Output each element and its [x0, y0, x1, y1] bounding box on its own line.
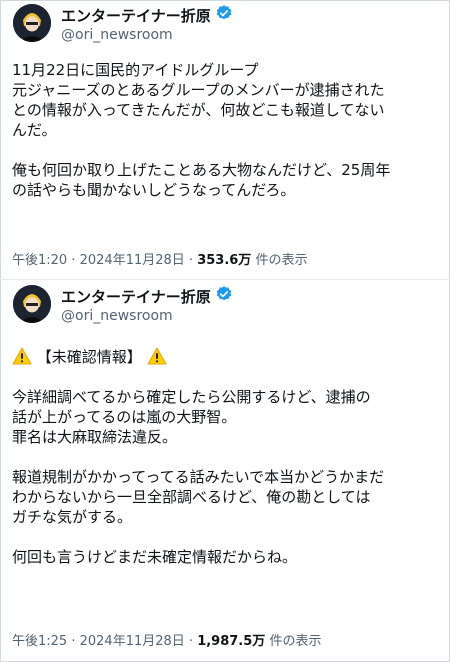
- body-line: 11月22日に国民的アイドルグループ: [12, 61, 259, 79]
- body-blank-line: [12, 447, 440, 467]
- body-line: との情報が入ってきたんだが、何故どこも報道してない: [12, 101, 385, 119]
- headline-line: 【未確認情報】: [12, 347, 440, 367]
- view-count-label: 件の表示: [255, 253, 308, 268]
- timestamp-time[interactable]: 午後1:20: [12, 253, 67, 268]
- meta-separator: ·: [67, 634, 80, 649]
- author-row: エンターテイナー折原: [61, 5, 233, 25]
- avatar[interactable]: [13, 285, 51, 323]
- body-line: んだ。: [12, 121, 57, 139]
- timestamp-date[interactable]: 2024年11月28日: [80, 253, 185, 268]
- verified-badge-icon: [215, 4, 233, 26]
- body-line: 報道規制がかかってってる話みたいで本当かどうかまだ: [12, 468, 385, 486]
- tweet-meta: 午後1:20 · 2024年11月28日 · 353.6万 件の表示: [12, 249, 307, 268]
- verified-badge-icon: [215, 285, 233, 307]
- timestamp-date[interactable]: 2024年11月28日: [80, 634, 185, 649]
- view-count-label: 件の表示: [269, 634, 322, 649]
- tweet-2[interactable]: エンターテイナー折原 @ori_newsroom 【未確認情報】 今詳細調べてる…: [0, 279, 450, 662]
- tweet-meta: 午後1:25 · 2024年11月28日 · 1,987.5万 件の表示: [12, 630, 321, 649]
- body-line: 罪名は大麻取締法違反。: [12, 428, 178, 446]
- body-line: 何回も言うけどまだ未確定情報だからね。: [12, 548, 298, 566]
- body-blank-line: [12, 527, 440, 547]
- handle[interactable]: @ori_newsroom: [61, 308, 173, 324]
- display-name[interactable]: エンターテイナー折原: [61, 286, 211, 307]
- body-line: 今詳細調べてるから確定したら公開するけど、逮捕の: [12, 388, 371, 406]
- headline-text: 【未確認情報】: [36, 348, 142, 366]
- handle[interactable]: @ori_newsroom: [61, 27, 173, 43]
- body-blank-line: [12, 140, 440, 160]
- body-line: 俺も何回か取り上げたことある大物なんだけど、25周年: [12, 161, 391, 179]
- warning-icon: [147, 347, 167, 370]
- body-blank-line: [12, 367, 440, 387]
- display-name[interactable]: エンターテイナー折原: [61, 5, 211, 26]
- avatar[interactable]: [13, 4, 51, 42]
- tweet-1[interactable]: エンターテイナー折原 @ori_newsroom 11月22日に国民的アイドルグ…: [0, 0, 450, 279]
- meta-separator: ·: [67, 253, 80, 268]
- body-line: 元ジャニーズのとあるグループのメンバーが逮捕された: [12, 81, 385, 99]
- warning-icon: [12, 347, 32, 370]
- view-count: 1,987.5万: [197, 634, 266, 649]
- tweet-body: 11月22日に国民的アイドルグループ 元ジャニーズのとあるグループのメンバーが逮…: [12, 60, 440, 200]
- body-line: わからないから一旦全部調べるけど、俺の勘としては: [12, 488, 371, 506]
- body-line: 話が上がってるのは嵐の大野智。: [12, 408, 237, 426]
- timestamp-time[interactable]: 午後1:25: [12, 634, 67, 649]
- author-row: エンターテイナー折原: [61, 286, 233, 306]
- body-line: ガチな気がする。: [12, 508, 133, 526]
- body-line: の話やらも聞かないしどうなってんだろ。: [12, 181, 296, 199]
- meta-separator: ·: [184, 253, 198, 268]
- meta-separator: ·: [184, 634, 198, 649]
- view-count: 353.6万: [197, 253, 252, 268]
- tweet-body: 【未確認情報】 今詳細調べてるから確定したら公開するけど、逮捕の 話が上がってる…: [12, 347, 440, 567]
